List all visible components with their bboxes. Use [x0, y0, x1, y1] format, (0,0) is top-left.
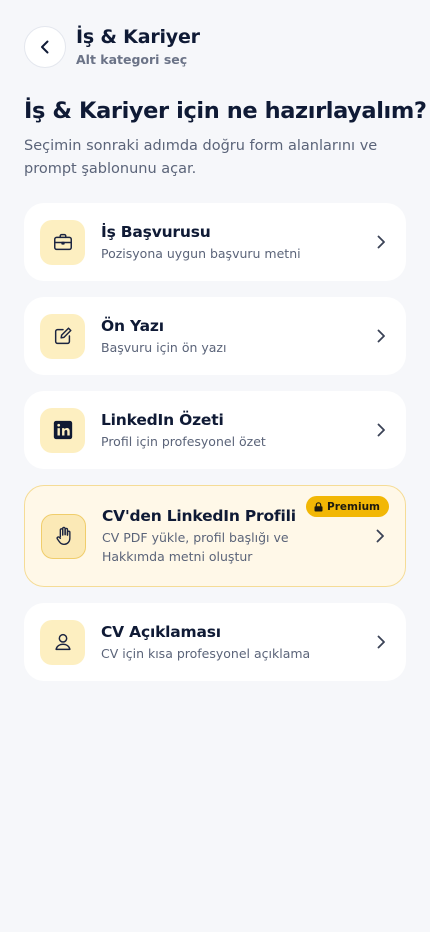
premium-badge: Premium — [306, 496, 389, 517]
header-title: İş & Kariyer — [76, 26, 200, 48]
chevron-right-icon — [370, 419, 392, 441]
edit-icon — [40, 313, 85, 359]
chevron-right-icon — [370, 231, 392, 253]
list-item-linkedin-summary[interactable]: LinkedIn Özeti Profil için profesyonel ö… — [24, 391, 406, 469]
list-item-title: Ön Yazı — [101, 316, 164, 335]
chevron-right-icon — [370, 631, 392, 653]
chevron-right-icon — [370, 325, 392, 347]
header-subtitle: Alt kategori seç — [76, 52, 188, 67]
briefcase-icon — [40, 219, 85, 265]
header: İş & Kariyer Alt kategori seç — [24, 25, 200, 69]
list-item-subtitle: CV PDF yükle, profil başlığı ve Hakkımda… — [102, 530, 289, 564]
linkedin-icon — [40, 407, 85, 453]
list-item-subtitle: CV için kısa profesyonel açıklama — [101, 645, 311, 661]
user-icon — [40, 619, 85, 665]
page-title: İş & Kariyer için ne hazırlayalım? — [24, 98, 427, 124]
list-item-subtitle: Başvuru için ön yazı — [101, 339, 227, 355]
header-text: İş & Kariyer Alt kategori seç — [76, 25, 200, 69]
lock-icon — [314, 501, 323, 511]
premium-badge-label: Premium — [327, 500, 380, 513]
back-button[interactable] — [24, 26, 66, 68]
list-item-title: CV Açıklaması — [101, 622, 221, 641]
list-item-title: İş Başvurusu — [101, 222, 211, 241]
page-description: Seçimin sonraki adımda doğru form alanla… — [24, 138, 378, 177]
list-item-cover-letter[interactable]: Ön Yazı Başvuru için ön yazı — [24, 297, 406, 375]
chevron-right-icon — [369, 525, 391, 547]
list-item-subtitle: Profil için profesyonel özet — [101, 433, 266, 449]
list-item-cv-description[interactable]: CV Açıklaması CV için kısa profesyonel a… — [24, 603, 406, 681]
list-item-text: İş Başvurusu Pozisyona uygun başvuru met… — [101, 222, 370, 263]
list-item-cv-to-linkedin[interactable]: Premium CV'den LinkedIn Profili CV PDF y… — [24, 485, 406, 587]
hand-icon — [41, 513, 86, 559]
list-item-text: LinkedIn Özeti Profil için profesyonel ö… — [101, 410, 370, 451]
list-item-text: CV Açıklaması CV için kısa profesyonel a… — [101, 622, 370, 663]
subcategory-list: İş Başvurusu Pozisyona uygun başvuru met… — [24, 203, 406, 697]
chevron-left-icon — [41, 40, 49, 54]
list-item-title: LinkedIn Özeti — [101, 410, 224, 429]
list-item-job-application[interactable]: İş Başvurusu Pozisyona uygun başvuru met… — [24, 203, 406, 281]
list-item-text: Ön Yazı Başvuru için ön yazı — [101, 316, 370, 357]
list-item-subtitle: Pozisyona uygun başvuru metni — [101, 245, 301, 261]
